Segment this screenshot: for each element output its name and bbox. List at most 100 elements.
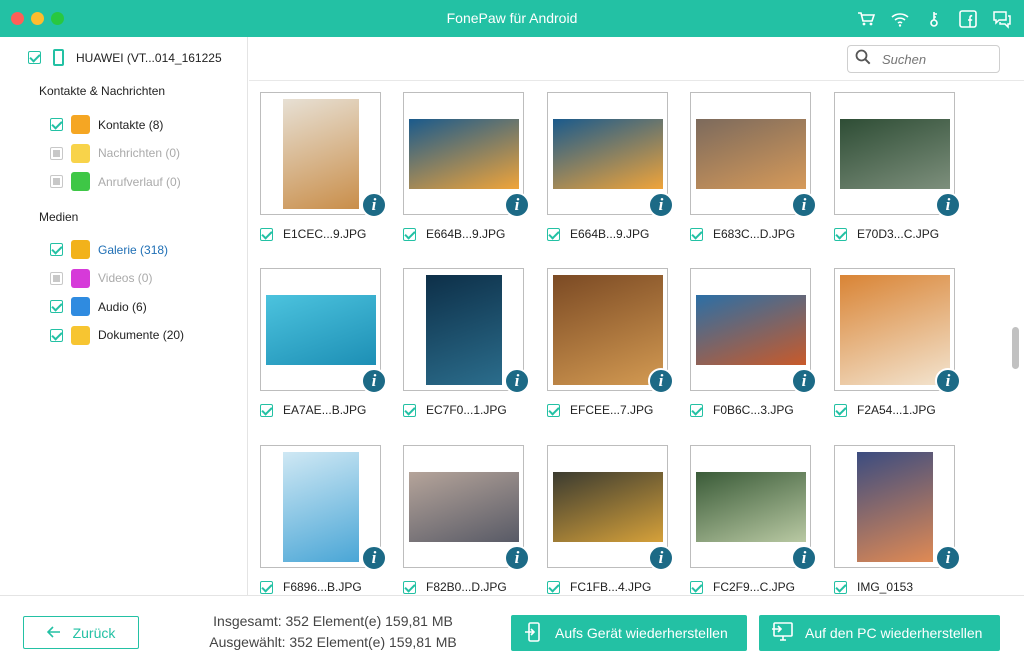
photo-tile[interactable]: i (547, 445, 674, 571)
photo-label-row[interactable]: E1CEC...9.JPG (260, 227, 410, 241)
photo-checkbox[interactable] (547, 227, 560, 241)
totals-summary: Insgesamt: 352 Element(e) 159,81 MB Ausg… (188, 611, 478, 653)
photo-checkbox[interactable] (690, 403, 703, 417)
sidebar-item-messages[interactable]: Nachrichten (0) (50, 143, 180, 163)
search-box[interactable] (847, 45, 1000, 73)
cart-icon[interactable] (856, 9, 876, 29)
restore-to-device-button[interactable]: Aufs Gerät wiederherstellen (511, 615, 747, 651)
info-icon[interactable]: i (361, 545, 387, 571)
photo-thumbnail (282, 451, 359, 562)
search-icon (854, 48, 872, 71)
photo-checkbox[interactable] (403, 580, 416, 594)
photo-thumbnail (265, 294, 376, 365)
info-icon[interactable]: i (504, 192, 530, 218)
wifi-icon[interactable] (890, 9, 910, 29)
photo-thumbnail (695, 471, 806, 542)
photo-label-row[interactable]: F82B0...D.JPG (403, 580, 553, 594)
category-checkbox[interactable] (50, 328, 63, 342)
photo-label-row[interactable]: F2A54...1.JPG (834, 403, 984, 417)
photo-checkbox[interactable] (403, 227, 416, 241)
photo-thumbnail (695, 294, 806, 365)
device-checkbox[interactable] (28, 51, 41, 64)
photo-label-row[interactable]: E70D3...C.JPG (834, 227, 984, 241)
photo-tile[interactable]: i (547, 268, 674, 394)
photo-label-row[interactable]: E664B...9.JPG (403, 227, 553, 241)
photo-tile[interactable]: i (690, 445, 817, 571)
category-checkbox[interactable] (50, 300, 63, 314)
photo-tile[interactable]: i (834, 92, 961, 218)
info-icon[interactable]: i (935, 368, 961, 394)
category-checkbox[interactable] (50, 243, 63, 256)
photo-tile[interactable]: i (403, 445, 530, 571)
category-checkbox[interactable] (50, 146, 63, 160)
phone-icon (53, 49, 64, 66)
photo-tile[interactable]: i (260, 268, 387, 394)
restore-device-label: Aufs Gerät wiederherstellen (555, 625, 728, 641)
photo-label-row[interactable]: E683C...D.JPG (690, 227, 840, 241)
scrollbar[interactable] (1012, 327, 1019, 369)
photo-label-row[interactable]: EFCEE...7.JPG (547, 403, 697, 417)
key-icon[interactable] (924, 9, 944, 29)
photo-label-row[interactable]: E664B...9.JPG (547, 227, 697, 241)
sidebar-item-call-log[interactable]: Anrufverlauf (0) (50, 172, 181, 192)
photo-checkbox[interactable] (260, 227, 273, 241)
category-checkbox[interactable] (50, 271, 63, 285)
photo-checkbox[interactable] (834, 227, 847, 241)
photo-filename: F2A54...1.JPG (857, 403, 936, 417)
photo-label-row[interactable]: F0B6C...3.JPG (690, 403, 840, 417)
photo-tile[interactable]: i (260, 445, 387, 571)
info-icon[interactable]: i (791, 545, 817, 571)
category-checkbox[interactable] (50, 118, 63, 131)
info-icon[interactable]: i (791, 192, 817, 218)
photo-checkbox[interactable] (547, 580, 560, 594)
info-icon[interactable]: i (648, 192, 674, 218)
photo-checkbox[interactable] (834, 403, 847, 417)
info-icon[interactable]: i (935, 545, 961, 571)
info-icon[interactable]: i (361, 368, 387, 394)
info-icon[interactable]: i (648, 545, 674, 571)
photo-checkbox[interactable] (547, 403, 560, 417)
photo-label-row[interactable]: EC7F0...1.JPG (403, 403, 553, 417)
arrow-left-icon (46, 625, 61, 641)
info-icon[interactable]: i (504, 545, 530, 571)
sidebar-item-documents[interactable]: Dokumente (20) (50, 325, 184, 345)
sidebar-item-label: Videos (0) (98, 271, 153, 286)
photo-tile[interactable]: i (690, 268, 817, 394)
info-icon[interactable]: i (935, 192, 961, 218)
photo-checkbox[interactable] (690, 227, 703, 241)
photo-label-row[interactable]: EA7AE...B.JPG (260, 403, 410, 417)
sidebar-item-gallery[interactable]: Galerie (318) (50, 240, 168, 259)
info-icon[interactable]: i (791, 368, 817, 394)
info-icon[interactable]: i (361, 192, 387, 218)
photo-tile[interactable]: i (834, 268, 961, 394)
photo-checkbox[interactable] (834, 580, 847, 594)
sidebar-item-videos[interactable]: Videos (0) (50, 268, 153, 288)
sidebar-item-audio[interactable]: Audio (6) (50, 297, 147, 317)
photo-label-row[interactable]: F6896...B.JPG (260, 580, 410, 594)
info-icon[interactable]: i (504, 368, 530, 394)
photo-tile[interactable]: i (690, 92, 817, 218)
photo-checkbox[interactable] (260, 580, 273, 594)
photo-checkbox[interactable] (260, 403, 273, 417)
search-input[interactable] (882, 51, 992, 67)
photo-label-row[interactable]: FC1FB...4.JPG (547, 580, 697, 594)
feedback-icon[interactable] (992, 9, 1012, 29)
facebook-icon[interactable] (958, 9, 978, 29)
photo-tile[interactable]: i (547, 92, 674, 218)
photo-tile[interactable]: i (403, 92, 530, 218)
photo-filename: FC1FB...4.JPG (570, 580, 652, 594)
category-checkbox[interactable] (50, 175, 63, 189)
photo-tile[interactable]: i (403, 268, 530, 394)
back-button[interactable]: Zurück (23, 616, 139, 649)
photo-label-row[interactable]: IMG_0153 (834, 580, 984, 594)
info-icon[interactable]: i (648, 368, 674, 394)
photo-tile[interactable]: i (834, 445, 961, 571)
photo-checkbox[interactable] (403, 403, 416, 417)
photo-label-row[interactable]: FC2F9...C.JPG (690, 580, 840, 594)
restore-to-pc-button[interactable]: Auf den PC wiederherstellen (759, 615, 1000, 651)
device-row[interactable]: HUAWEI (VT...014_161225 (28, 49, 222, 66)
photo-checkbox[interactable] (690, 580, 703, 594)
photo-tile[interactable]: i (260, 92, 387, 218)
sidebar-item-contacts[interactable]: Kontakte (8) (50, 115, 163, 134)
photo-thumbnail (408, 118, 519, 189)
